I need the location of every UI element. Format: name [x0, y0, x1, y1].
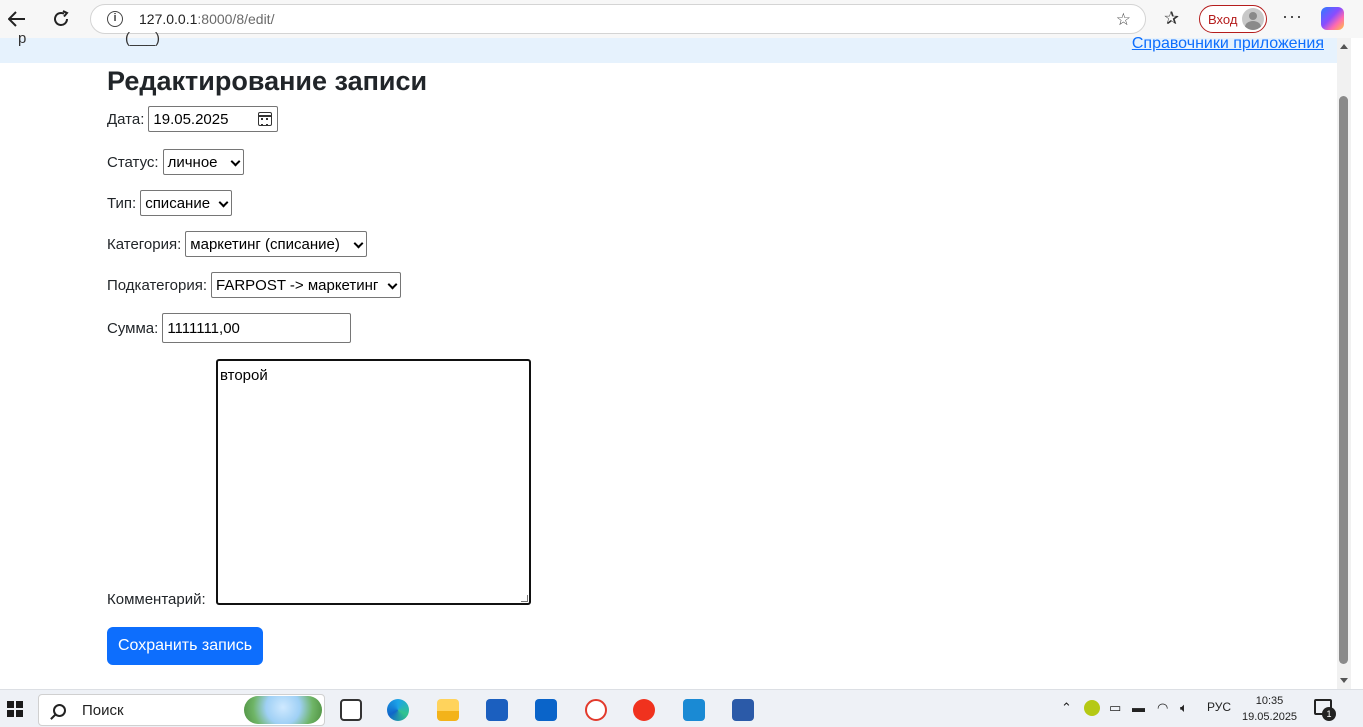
- page-header: р (___) Справочники приложения: [0, 30, 1337, 63]
- refresh-icon[interactable]: [50, 8, 72, 30]
- microsoft-store-icon[interactable]: [486, 699, 508, 721]
- chevron-up-icon[interactable]: ⌃: [1061, 700, 1072, 716]
- taskbar-search[interactable]: Поиск: [38, 694, 325, 726]
- comment-value: второй: [220, 367, 268, 384]
- yandex-browser-icon[interactable]: [585, 699, 607, 721]
- page-scrollbar[interactable]: [1337, 38, 1351, 689]
- wifi-icon[interactable]: ◠: [1157, 700, 1168, 716]
- subcategory-select[interactable]: FARPOST -> маркетинг: [211, 272, 401, 298]
- url-text: 127.0.0.1:8000/8/edit/: [139, 11, 275, 27]
- clock-date: 19.05.2025: [1242, 711, 1298, 723]
- volume-icon[interactable]: 🔈︎: [1180, 700, 1188, 716]
- login-label: Вход: [1208, 11, 1238, 27]
- category-select[interactable]: маркетинг (списание): [185, 231, 368, 257]
- subcategory-value: FARPOST -> маркетинг: [216, 276, 379, 294]
- language-indicator[interactable]: РУС: [1207, 700, 1231, 714]
- search-highlight-image: [244, 696, 322, 724]
- header-cut-text-mid: (___): [125, 30, 161, 47]
- clock-time: 10:35: [1255, 695, 1284, 707]
- directories-link[interactable]: Справочники приложения: [1132, 35, 1324, 53]
- subcategory-label: Подкатегория:: [107, 276, 207, 294]
- sum-value: 1111111,00: [167, 319, 240, 337]
- notification-count-badge: 1: [1322, 707, 1336, 721]
- battery-icon[interactable]: ▬: [1132, 700, 1145, 715]
- back-arrow-icon[interactable]: [6, 8, 28, 30]
- edge-icon[interactable]: [387, 699, 409, 721]
- search-icon: [53, 703, 66, 717]
- comment-textarea[interactable]: второй: [216, 359, 531, 605]
- scrollbar-thumb[interactable]: [1339, 96, 1348, 664]
- sum-input[interactable]: 1111111,00: [162, 313, 352, 343]
- type-label: Тип:: [107, 194, 137, 212]
- favorite-star-icon[interactable]: ☆: [1116, 10, 1131, 30]
- browser-toolbar: i 127.0.0.1:8000/8/edit/ ☆ ✰ Вход ···: [0, 0, 1363, 38]
- word-icon[interactable]: [732, 699, 754, 721]
- avatar: [1242, 8, 1264, 30]
- sum-label: Сумма:: [107, 319, 159, 337]
- type-row: Тип: списание: [107, 190, 233, 216]
- outlook-icon[interactable]: [535, 699, 557, 721]
- taskbar: Поиск ⌃ ▭ ▬ ◠ 🔈︎ РУС 10:35 19.05.2025 1: [0, 689, 1363, 727]
- category-row: Категория: маркетинг (списание): [107, 231, 368, 257]
- search-label: Поиск: [82, 701, 124, 719]
- status-select[interactable]: личное: [162, 149, 244, 175]
- tray-tablet-icon[interactable]: ▭: [1109, 700, 1121, 716]
- task-view-icon[interactable]: [340, 699, 362, 721]
- type-value: списание: [145, 194, 211, 212]
- chevron-down-icon: [387, 279, 398, 290]
- chevron-down-icon: [230, 156, 241, 167]
- date-row: Дата: 19.05.2025: [107, 106, 279, 132]
- status-value: личное: [167, 153, 218, 171]
- category-label: Категория:: [107, 235, 182, 253]
- date-input[interactable]: 19.05.2025: [148, 106, 279, 132]
- chevron-down-icon: [218, 197, 229, 208]
- copilot-icon[interactable]: [1321, 7, 1344, 30]
- clock[interactable]: 10:35 19.05.2025: [1242, 693, 1297, 725]
- more-options-icon[interactable]: ···: [1282, 6, 1303, 27]
- save-button[interactable]: Сохранить запись: [107, 627, 263, 665]
- file-explorer-icon[interactable]: [437, 699, 459, 721]
- date-value: 19.05.2025: [153, 110, 229, 128]
- scroll-down-arrow-icon[interactable]: [1340, 678, 1348, 683]
- login-button[interactable]: Вход: [1199, 5, 1267, 33]
- windows-start-icon[interactable]: [7, 701, 23, 717]
- tray-app-icon[interactable]: [1084, 700, 1100, 716]
- type-select[interactable]: списание: [140, 190, 233, 216]
- date-label: Дата:: [107, 110, 145, 128]
- address-bar[interactable]: i 127.0.0.1:8000/8/edit/ ☆: [90, 4, 1146, 34]
- site-info-icon[interactable]: i: [107, 11, 123, 27]
- header-cut-text: р: [18, 30, 27, 47]
- subcategory-row: Подкатегория: FARPOST -> маркетинг: [107, 272, 401, 298]
- page-title: Редактирование записи: [107, 66, 428, 96]
- sum-row: Сумма: 1111111,00: [107, 313, 352, 343]
- resize-grip-icon[interactable]: [521, 595, 528, 602]
- status-row: Статус: личное: [107, 149, 244, 175]
- favorites-icon[interactable]: ✰: [1164, 8, 1179, 29]
- calendar-icon[interactable]: [258, 112, 273, 126]
- yandex-icon[interactable]: [633, 699, 655, 721]
- chevron-down-icon: [353, 238, 364, 249]
- category-value: маркетинг (списание): [190, 235, 340, 253]
- status-label: Статус:: [107, 153, 159, 171]
- comment-label: Комментарий:: [107, 591, 206, 608]
- vscode-icon[interactable]: [683, 699, 705, 721]
- scroll-up-arrow-icon[interactable]: [1340, 44, 1348, 49]
